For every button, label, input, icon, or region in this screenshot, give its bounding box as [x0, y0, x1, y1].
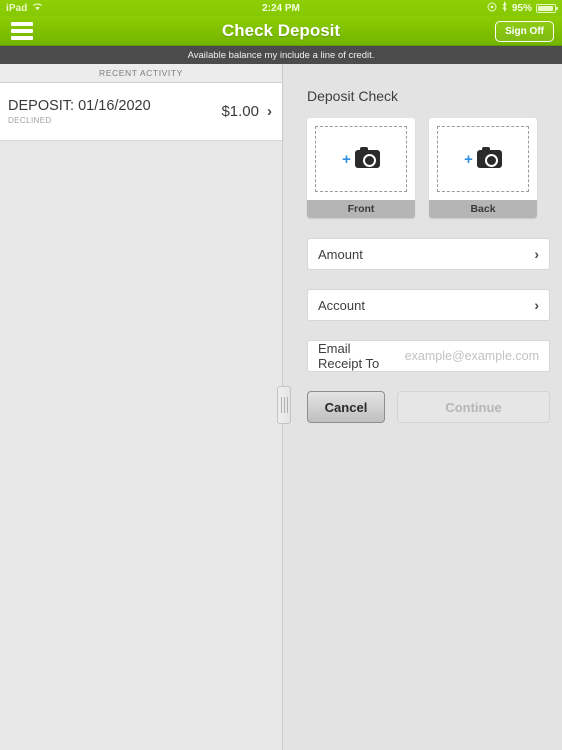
form-actions: Cancel Continue — [307, 391, 550, 423]
continue-button: Continue — [397, 391, 550, 423]
navigation-bar: Check Deposit Sign Off — [0, 16, 562, 46]
recent-activity-pane: RECENT ACTIVITY DEPOSIT: 01/16/2020 DECL… — [0, 64, 283, 750]
table-row[interactable]: DEPOSIT: 01/16/2020 DECLINED $1.00 › — [0, 83, 282, 141]
amount-field-label: Amount — [318, 246, 363, 262]
capture-front-area: + — [307, 118, 415, 200]
app-root: iPad 2:24 PM 95% Check Deposit Sign Off … — [0, 0, 562, 750]
battery-percent: 95% — [511, 2, 532, 14]
status-bar-right: 95% — [487, 1, 558, 15]
split-view-drag-handle[interactable] — [277, 386, 291, 424]
account-field-label: Account — [318, 297, 365, 313]
balance-notice-bar: Available balance my include a line of c… — [0, 46, 562, 64]
activity-text-group: DEPOSIT: 01/16/2020 DECLINED — [8, 98, 221, 125]
sign-off-button[interactable]: Sign Off — [495, 21, 554, 42]
bluetooth-icon — [501, 1, 508, 15]
chevron-right-icon: › — [534, 246, 539, 262]
email-receipt-input[interactable]: example@example.com — [405, 349, 539, 363]
capture-front-label: Front — [307, 200, 415, 218]
camera-icon — [354, 147, 380, 168]
plus-icon: + — [464, 150, 473, 168]
capture-back-area: + — [429, 118, 537, 200]
capture-back-label: Back — [429, 200, 537, 218]
check-capture-row: + Front + Back — [307, 118, 550, 218]
camera-icon — [476, 147, 502, 168]
recent-activity-header: RECENT ACTIVITY — [0, 64, 282, 83]
battery-icon — [536, 3, 558, 13]
capture-back-dashed-frame: + — [437, 126, 529, 192]
chevron-right-icon: › — [267, 103, 272, 120]
ios-status-bar: iPad 2:24 PM 95% — [0, 0, 562, 16]
section-title: Deposit Check — [307, 88, 399, 104]
chevron-right-icon: › — [534, 297, 539, 313]
plus-icon: + — [342, 150, 351, 168]
capture-back-button[interactable]: + Back — [429, 118, 537, 218]
capture-front-button[interactable]: + Front — [307, 118, 415, 218]
amount-field[interactable]: Amount › — [307, 238, 550, 270]
email-receipt-row[interactable]: Email Receipt To example@example.com — [307, 340, 550, 372]
rotation-lock-icon — [487, 2, 497, 15]
activity-amount: $1.00 — [221, 103, 259, 120]
email-receipt-label: Email Receipt To — [318, 341, 380, 371]
account-field[interactable]: Account › — [307, 289, 550, 321]
cancel-button[interactable]: Cancel — [307, 391, 385, 423]
status-bar-clock: 2:24 PM — [262, 2, 300, 14]
deposit-form-pane: Deposit Check + Front + Back Amount › Ac… — [283, 64, 562, 750]
hamburger-menu-icon[interactable] — [0, 16, 44, 46]
page-title: Check Deposit — [221, 20, 341, 40]
status-badge: DECLINED — [8, 116, 52, 125]
capture-front-dashed-frame: + — [315, 126, 407, 192]
activity-title: DEPOSIT: 01/16/2020 — [8, 98, 151, 114]
